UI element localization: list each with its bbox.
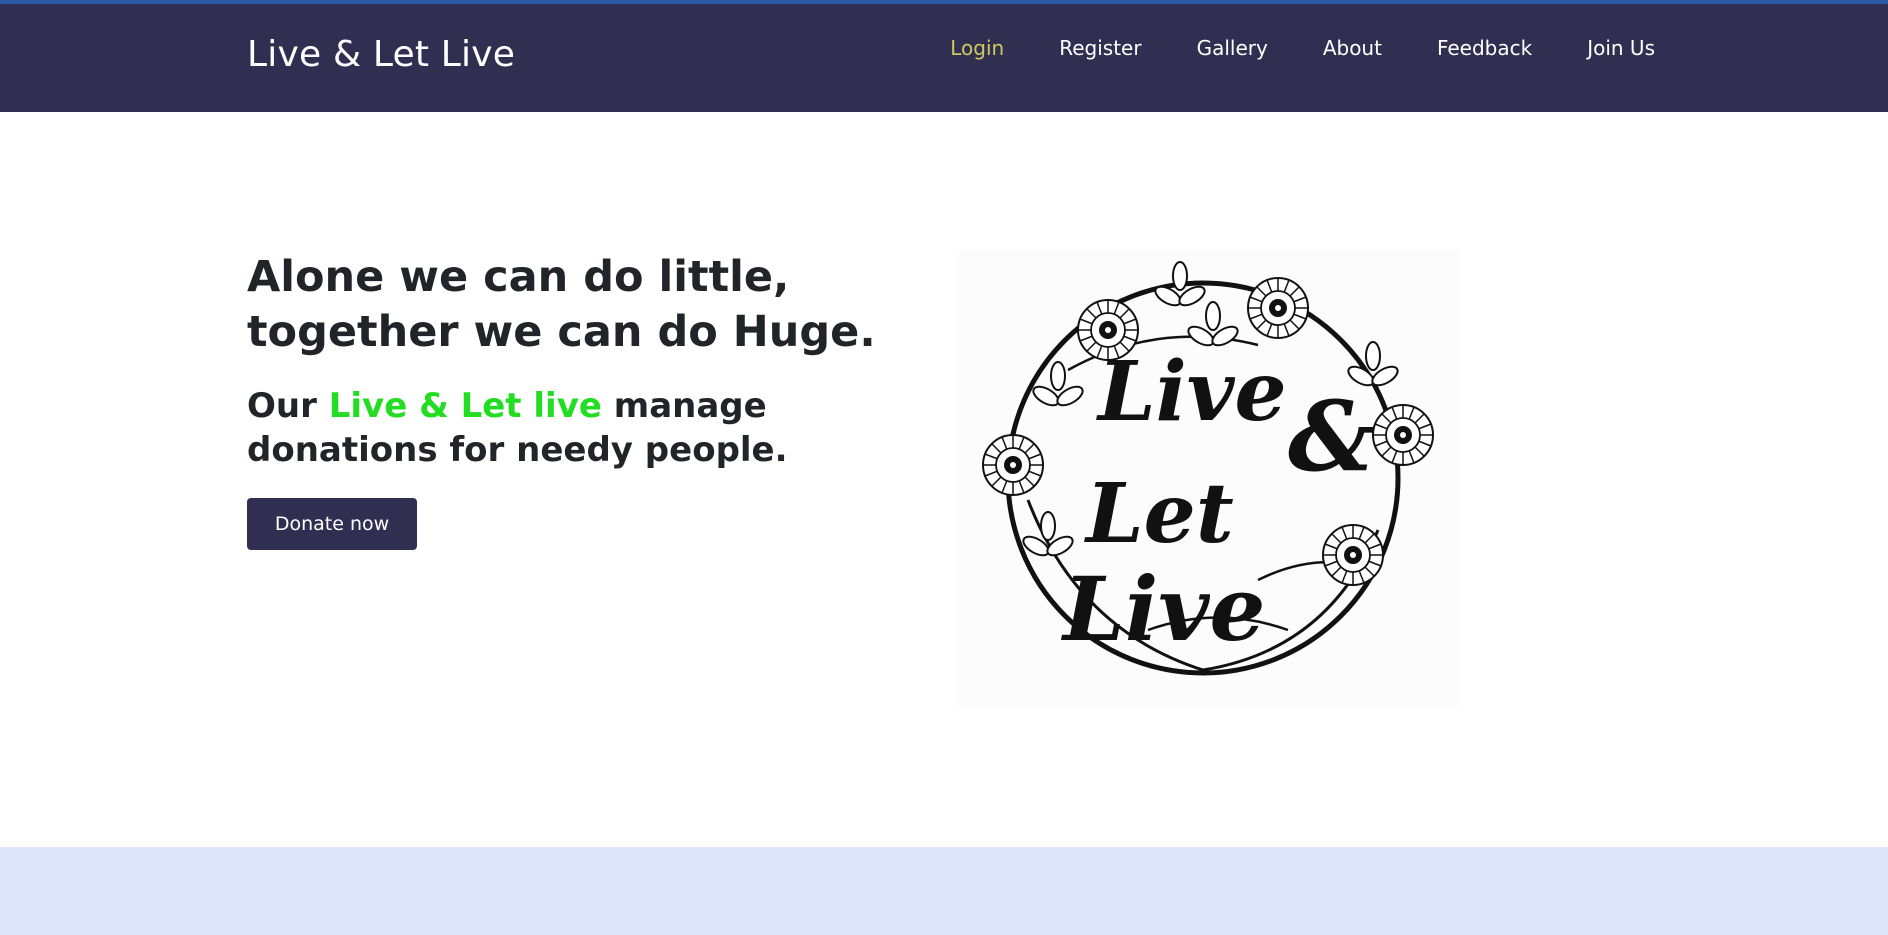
hero-title: Alone we can do little, together we can …: [247, 250, 907, 360]
art-word-live-bottom: Live: [1060, 557, 1265, 661]
donate-now-button[interactable]: Donate now: [247, 498, 417, 550]
hero-title-line-1: Alone we can do little,: [247, 252, 790, 302]
nav-link-about[interactable]: About: [1323, 36, 1382, 60]
next-section-band: [0, 847, 1888, 935]
brand-logo-text[interactable]: Live & Let Live: [247, 34, 515, 75]
hero-subtitle: Our Live & Let live manage donations for…: [247, 384, 867, 472]
hero-title-line-2: together we can do Huge.: [247, 307, 876, 357]
hero-illustration: Live & Let Live: [958, 250, 1460, 708]
nav-links: Login Register Gallery About Feedback Jo…: [900, 36, 1655, 60]
art-ampersand: &: [1288, 380, 1375, 493]
art-word-live-top: Live: [1096, 344, 1287, 440]
hero-subtitle-prefix: Our: [247, 386, 329, 426]
nav-link-register[interactable]: Register: [1059, 36, 1141, 60]
nav-link-join-us[interactable]: Join Us: [1587, 36, 1655, 60]
live-and-let-live-artwork: Live & Let Live: [982, 261, 1434, 676]
art-word-let: Let: [1084, 466, 1234, 562]
nav-link-login[interactable]: Login: [950, 36, 1004, 60]
nav-link-gallery[interactable]: Gallery: [1197, 36, 1268, 60]
hero-subtitle-highlight: Live & Let live: [328, 386, 602, 426]
nav-link-feedback[interactable]: Feedback: [1437, 36, 1532, 60]
navbar: Live & Let Live Login Register Gallery A…: [0, 4, 1888, 112]
